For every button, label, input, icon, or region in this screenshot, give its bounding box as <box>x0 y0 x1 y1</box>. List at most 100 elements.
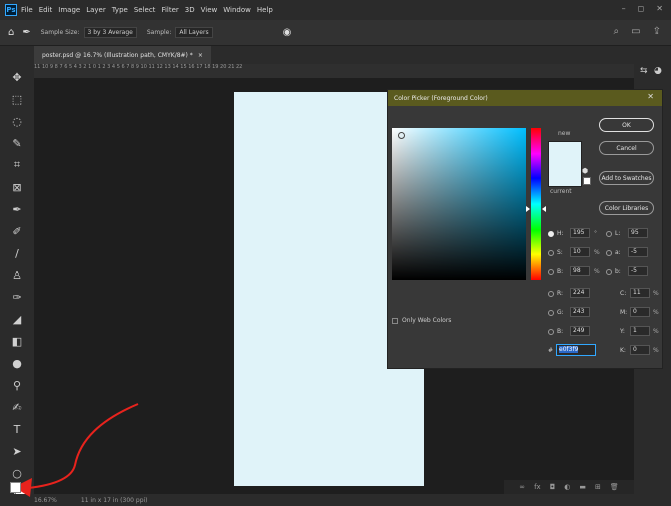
color-libraries-button[interactable]: Color Libraries <box>599 201 654 215</box>
m-input[interactable]: 0 <box>630 307 650 317</box>
blue-radio[interactable] <box>548 329 554 335</box>
menu-image[interactable]: Image <box>58 6 80 14</box>
g-radio[interactable] <box>548 310 554 316</box>
link-layers-icon[interactable]: ∞ <box>519 483 525 491</box>
healing-brush-icon[interactable]: ✐ <box>8 222 26 240</box>
frame-tool-icon[interactable]: ⊠ <box>8 178 26 196</box>
lasso-tool-icon[interactable]: ◌ <box>8 112 26 130</box>
l-input[interactable]: 95 <box>628 228 648 238</box>
pen-tool-icon[interactable]: ✍ <box>8 398 26 416</box>
b-radio[interactable] <box>548 269 554 275</box>
only-web-colors-checkbox[interactable] <box>392 318 398 324</box>
dialog-titlebar[interactable]: Color Picker (Foreground Color) ✕ <box>388 90 662 106</box>
color-field-cursor[interactable] <box>398 132 405 139</box>
sampling-ring-icon[interactable]: ◉ <box>283 27 292 38</box>
document-tab[interactable]: poster.psd @ 16.7% (Illustration path, C… <box>34 46 211 64</box>
eyedropper-icon[interactable]: ✒ <box>8 200 26 218</box>
brush-tool-icon[interactable]: / <box>8 244 26 262</box>
search-icon[interactable]: ⌕ <box>614 26 620 37</box>
minimize-icon[interactable]: – <box>622 4 626 13</box>
eraser-tool-icon[interactable]: ◢ <box>8 310 26 328</box>
crop-tool-icon[interactable]: ⌗ <box>8 156 26 174</box>
c-input[interactable]: 11 <box>630 288 650 298</box>
hex-input[interactable]: e0f3f9 <box>556 344 596 356</box>
sample-size-select[interactable]: 3 by 3 Average <box>83 27 137 38</box>
close-icon[interactable]: ✕ <box>647 92 654 101</box>
new-layer-icon[interactable]: ⊞ <box>595 483 601 491</box>
cancel-button[interactable]: Cancel <box>599 141 654 155</box>
h-input[interactable]: 195 <box>570 228 590 238</box>
hue-slider-left-arrow[interactable] <box>526 206 530 212</box>
share-icon[interactable]: ⇪ <box>653 26 661 37</box>
b-input[interactable]: 98 <box>570 266 590 276</box>
menu-window[interactable]: Window <box>223 6 251 14</box>
path-selection-icon[interactable]: ➤ <box>8 442 26 460</box>
menu-filter[interactable]: Filter <box>161 6 178 14</box>
history-brush-icon[interactable]: ✑ <box>8 288 26 306</box>
menu-view[interactable]: View <box>201 6 218 14</box>
lab-b-radio[interactable] <box>606 269 612 275</box>
adjustment-icon[interactable]: ◐ <box>564 483 570 491</box>
b-unit: % <box>594 268 600 275</box>
s-radio[interactable] <box>548 250 554 256</box>
dialog-title: Color Picker (Foreground Color) <box>394 94 488 102</box>
sample-select[interactable]: All Layers <box>175 27 213 38</box>
g-input[interactable]: 243 <box>570 307 590 317</box>
close-window-icon[interactable]: ✕ <box>656 4 663 13</box>
dodge-tool-icon[interactable]: ⚲ <box>8 376 26 394</box>
r-input[interactable]: 224 <box>570 288 590 298</box>
web-safe-swatch[interactable] <box>583 177 591 185</box>
s-input[interactable]: 10 <box>570 247 590 257</box>
menu-help[interactable]: Help <box>257 6 273 14</box>
k-input[interactable]: 0 <box>630 345 650 355</box>
add-to-swatches-button[interactable]: Add to Swatches <box>599 171 654 185</box>
menu-3d[interactable]: 3D <box>185 6 195 14</box>
hue-slider[interactable] <box>531 128 541 280</box>
menu-edit[interactable]: Edit <box>39 6 53 14</box>
group-icon[interactable]: ▬ <box>579 483 586 491</box>
properties-icon[interactable]: ⇆ <box>640 66 648 76</box>
move-tool-icon[interactable]: ✥ <box>8 68 26 86</box>
l-label: L: <box>615 230 621 237</box>
hue-slider-right-arrow[interactable] <box>542 206 546 212</box>
saturation-brightness-field[interactable] <box>392 128 526 280</box>
only-web-colors-label: Only Web Colors <box>402 317 452 324</box>
eyedropper-tool-icon[interactable]: ✒ <box>22 27 30 38</box>
l-radio[interactable] <box>606 231 612 237</box>
s-label: S: <box>557 249 563 256</box>
mask-icon[interactable]: ◘ <box>550 483 556 491</box>
foreground-color-swatch[interactable] <box>10 482 21 493</box>
blur-tool-icon[interactable]: ● <box>8 354 26 372</box>
m-label: M: <box>620 309 628 316</box>
quick-selection-tool-icon[interactable]: ✎ <box>8 134 26 152</box>
maximize-icon[interactable]: ◻ <box>638 4 645 13</box>
r-radio[interactable] <box>548 291 554 297</box>
h-radio[interactable] <box>548 231 554 237</box>
lab-b-input[interactable]: -5 <box>628 266 648 276</box>
marquee-tool-icon[interactable]: ⬚ <box>8 90 26 108</box>
shape-tool-icon[interactable]: ○ <box>8 464 26 482</box>
a-radio[interactable] <box>606 250 612 256</box>
window-controls: – ◻ ✕ <box>622 4 663 13</box>
ok-button[interactable]: OK <box>599 118 654 132</box>
clone-stamp-icon[interactable]: ♙ <box>8 266 26 284</box>
y-input[interactable]: 1 <box>630 326 650 336</box>
zoom-level[interactable]: 16.67% <box>34 497 57 504</box>
gradient-tool-icon[interactable]: ◧ <box>8 332 26 350</box>
trash-icon[interactable]: 🗑 <box>610 483 619 491</box>
workspace-icon[interactable]: ▭ <box>631 26 640 37</box>
blue-input[interactable]: 249 <box>570 326 590 336</box>
type-tool-icon[interactable]: T <box>8 420 26 438</box>
menu-type[interactable]: Type <box>112 6 128 14</box>
menu-layer[interactable]: Layer <box>86 6 106 14</box>
menu-select[interactable]: Select <box>134 6 156 14</box>
layers-panel-footer: ∞ fx ◘ ◐ ▬ ⊞ 🗑 <box>504 480 634 494</box>
color-picker-dialog: Color Picker (Foreground Color) ✕ new cu… <box>387 89 663 369</box>
menu-file[interactable]: File <box>21 6 33 14</box>
close-tab-icon[interactable]: × <box>198 52 203 59</box>
home-icon[interactable]: ⌂ <box>8 27 14 38</box>
fx-icon[interactable]: fx <box>534 483 541 491</box>
out-of-gamut-cube-icon[interactable]: ⬢ <box>582 167 588 175</box>
a-input[interactable]: -5 <box>628 247 648 257</box>
learn-icon[interactable]: ◕ <box>654 66 662 76</box>
